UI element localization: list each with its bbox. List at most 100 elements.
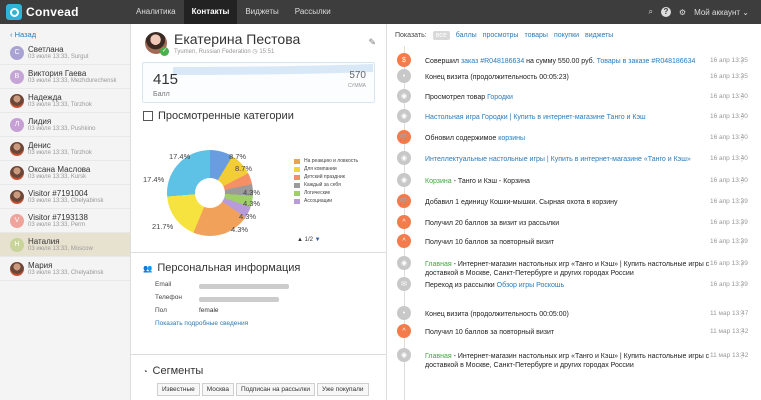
filter-points[interactable]: баллы bbox=[456, 32, 477, 39]
sidebar-item-contact[interactable]: Денис 03 июля 13:33, Torzhok bbox=[0, 137, 130, 161]
legend-item: Детский праздник bbox=[294, 173, 358, 181]
edit-icon[interactable]: ✎ bbox=[368, 37, 376, 48]
back-link[interactable]: ‹ Назад bbox=[0, 24, 130, 41]
gender-value: female bbox=[199, 307, 219, 314]
event-description: Просмотрел товар bbox=[425, 94, 488, 101]
more-details-link[interactable]: Показать подробные сведения bbox=[155, 320, 248, 333]
more-icon[interactable]: ⋮ bbox=[738, 57, 746, 65]
event-description: Переход из рассылки bbox=[425, 282, 497, 289]
legend-swatch bbox=[294, 166, 300, 172]
filter-widgets[interactable]: виджеты bbox=[585, 32, 613, 39]
filter-purchases[interactable]: покупки bbox=[554, 32, 579, 39]
contact-name: Виктория Гаева bbox=[28, 69, 87, 78]
contact-info: Наталия 03 июля 13:33, Moscow bbox=[28, 237, 93, 252]
more-icon[interactable]: ⋮ bbox=[738, 238, 746, 246]
nav-analytics[interactable]: Аналитика bbox=[128, 0, 184, 24]
avatar bbox=[145, 32, 169, 56]
event-view-icon: ✉ bbox=[397, 277, 411, 291]
more-icon[interactable]: ⋮ bbox=[738, 177, 746, 185]
nav-newsletters[interactable]: Рассылки bbox=[287, 0, 339, 24]
filter-views[interactable]: просмотры bbox=[483, 32, 519, 39]
sidebar-item-contact[interactable]: В Виктория Гаева 03 июля 13:33, Mezhdurech… bbox=[0, 65, 130, 89]
sidebar-item-contact[interactable]: V Visitor #7193138 03 июля 13:33, Perm bbox=[0, 209, 130, 233]
legend-pager[interactable]: ▲ 1/2 ▼ bbox=[297, 237, 321, 243]
event-description-rest: - Интернет-магазин настольных игр «Танго… bbox=[425, 261, 710, 277]
percent-label: 8.7% bbox=[229, 152, 247, 161]
more-icon[interactable]: ⋮ bbox=[738, 93, 746, 101]
event-view-icon: ◉ bbox=[397, 109, 411, 123]
event-link[interactable]: Интеллектуальные настольные игры | Купит… bbox=[425, 156, 691, 163]
segments-header: ◔ Сегменты bbox=[131, 361, 215, 381]
contact-meta: 03 июля 13:33, Moscow bbox=[28, 246, 93, 252]
filter-products[interactable]: товары bbox=[524, 32, 547, 39]
chevron-down-icon[interactable]: ▼ bbox=[315, 237, 321, 243]
segment-tag[interactable]: Москва bbox=[201, 383, 234, 396]
more-icon[interactable]: ⋮ bbox=[738, 281, 746, 289]
sidebar-item-contact[interactable]: Надежда 03 июля 13:33, Torzhok bbox=[0, 89, 130, 113]
more-icon[interactable]: ⋮ bbox=[738, 310, 746, 318]
nav-actions: ⌕ ? ⚙ Мой аккаунт ⌄ bbox=[648, 7, 761, 17]
event-description-rest: - Танго и Кэш - Корзина bbox=[451, 178, 530, 185]
more-icon[interactable]: ⋮ bbox=[738, 219, 746, 227]
more-icon[interactable]: ⋮ bbox=[738, 155, 746, 163]
contact-meta: 03 июля 13:33, Chelyabinsk bbox=[28, 270, 104, 276]
sidebar-item-contact[interactable]: Л Лидия 03 июля 13:33, Pushkino bbox=[0, 113, 130, 137]
event-link[interactable]: заказ #R048186634 bbox=[461, 58, 524, 65]
activity-panel: Показать: все баллы просмотры товары пок… bbox=[388, 24, 761, 400]
contact-info: Надежда 03 июля 13:33, Torzhok bbox=[28, 93, 92, 108]
event-link[interactable]: корзины bbox=[498, 135, 525, 142]
event-link[interactable]: Настольная игра Городки | Купить в интер… bbox=[425, 114, 646, 121]
logo[interactable]: Convead bbox=[0, 4, 128, 20]
sidebar-item-contact[interactable]: Visitor #7191004 03 июля 13:33, Chelyabin… bbox=[0, 185, 130, 209]
segment-tag[interactable]: Уже покупали bbox=[317, 383, 369, 396]
nav-widgets[interactable]: Виджеты bbox=[237, 0, 286, 24]
segment-tag[interactable]: Известные bbox=[157, 383, 200, 396]
more-icon[interactable]: ⋮ bbox=[738, 352, 746, 360]
more-icon[interactable]: ⋮ bbox=[738, 328, 746, 336]
segments-title: Сегменты bbox=[152, 365, 204, 377]
event-link[interactable]: Главная bbox=[425, 353, 452, 360]
sidebar-item-contact[interactable]: С Светлана 03 июля 13:33, Surgut bbox=[0, 41, 130, 65]
users-icon: 👥 bbox=[143, 263, 153, 273]
more-details-row: Показать подробные сведения bbox=[155, 320, 289, 333]
avatar bbox=[10, 261, 24, 276]
more-icon[interactable]: ⋮ bbox=[738, 260, 746, 268]
contact-meta: 03 июля 13:33, Torzhok bbox=[28, 102, 92, 108]
percent-label: 17.4% bbox=[169, 152, 191, 161]
help-icon[interactable]: ? bbox=[660, 7, 671, 17]
percent-label: 21.7% bbox=[152, 222, 174, 231]
contact-name: Лидия bbox=[28, 117, 52, 126]
sidebar-item-contact[interactable]: Н Наталия 03 июля 13:33, Moscow bbox=[0, 233, 130, 257]
more-icon[interactable]: ⋮ bbox=[738, 113, 746, 121]
contact-name: Надежда bbox=[28, 93, 62, 102]
segment-tag[interactable]: Подписан на рассылки bbox=[235, 383, 315, 396]
event-link[interactable]: Корзина bbox=[425, 178, 452, 185]
sidebar-item-contact[interactable]: Оксана Маслова 03 июля 13:33, Kursk bbox=[0, 161, 130, 185]
search-icon[interactable]: ⌕ bbox=[648, 7, 652, 17]
location-text: Tyumen, Russian Federation bbox=[174, 49, 251, 55]
event-description: Конец визита (продолжительность 00:05:00… bbox=[425, 311, 569, 318]
contact-name: Наталия bbox=[28, 237, 60, 246]
event-link[interactable]: Обзор игры Роскошь bbox=[497, 282, 565, 289]
legend-item: На реакцию и ловкость bbox=[294, 157, 358, 165]
event-text: Обновил содержимое корзины bbox=[425, 134, 721, 143]
event-link[interactable]: Городки bbox=[487, 94, 513, 101]
categories-donut-chart bbox=[167, 150, 253, 236]
gear-icon[interactable]: ⚙ bbox=[679, 8, 686, 17]
more-icon[interactable]: ⋮ bbox=[738, 198, 746, 206]
event-action-icon: 🛒 bbox=[397, 130, 411, 144]
avatar: Н bbox=[10, 237, 24, 252]
sidebar-item-contact[interactable]: Мария 03 июля 13:33, Chelyabinsk bbox=[0, 257, 130, 281]
event-action-icon: ^ bbox=[397, 215, 411, 229]
more-icon[interactable]: ⋮ bbox=[738, 73, 746, 81]
event-text: Настольная игра Городки | Купить в интер… bbox=[425, 113, 721, 122]
more-icon[interactable]: ⋮ bbox=[738, 134, 746, 142]
nav-contacts[interactable]: Контакты bbox=[183, 0, 238, 24]
event-link-secondary[interactable]: Товары в заказе #R048186634 bbox=[597, 58, 696, 65]
event-link[interactable]: Главная bbox=[425, 261, 452, 268]
legend-swatch bbox=[294, 158, 300, 164]
filter-all[interactable]: все bbox=[432, 30, 450, 40]
account-menu[interactable]: Мой аккаунт ⌄ bbox=[694, 8, 749, 17]
event-text: Конец визита (продолжительность 00:05:00… bbox=[425, 310, 721, 319]
segment-tags: Известные Москва Подписан на рассылки Уже п… bbox=[157, 383, 382, 399]
